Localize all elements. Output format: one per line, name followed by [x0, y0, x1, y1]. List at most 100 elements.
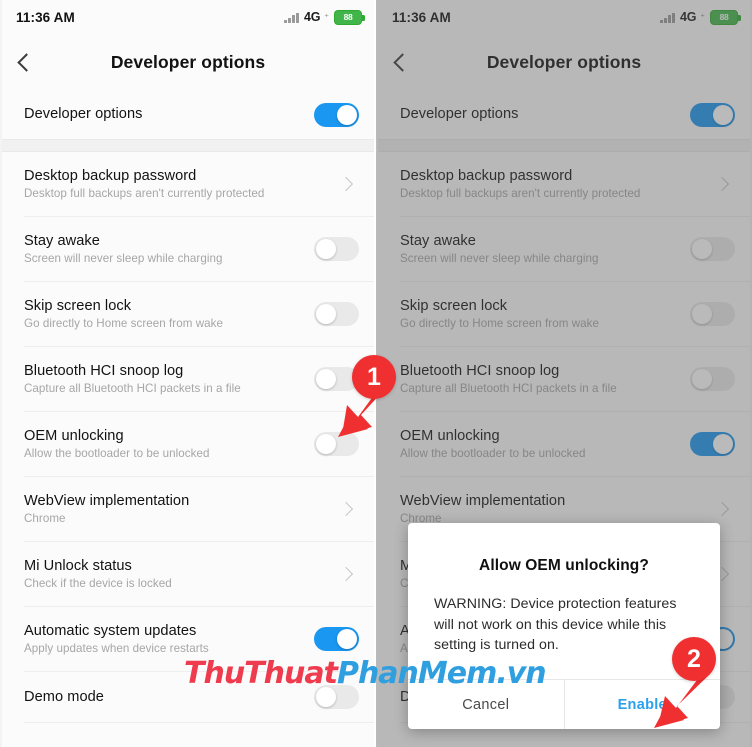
- list-item-subtitle: Desktop full backups aren't currently pr…: [400, 187, 641, 201]
- left-edge: [0, 0, 2, 747]
- list-item-subtitle: Allow the bootloader to be unlocked: [400, 447, 586, 461]
- toggle-knob: [713, 104, 733, 125]
- list-item-bluetooth-hci-snoop-log[interactable]: Bluetooth HCI snoop log Capture all Blue…: [0, 347, 376, 411]
- title-bar-right: Developer options: [376, 34, 752, 90]
- page-title: Developer options: [110, 51, 266, 72]
- list-item-title: Developer options: [400, 106, 519, 123]
- list-item-title: Developer options: [24, 106, 143, 123]
- toggle-skip-screen-lock[interactable]: [314, 302, 359, 326]
- status-bar-clock: 11:36 AM: [16, 9, 75, 25]
- list-item-subtitle: Screen will never sleep while charging: [400, 252, 599, 266]
- network-type-label: 4G: [679, 10, 697, 24]
- battery-icon: 88: [710, 9, 741, 25]
- watermark-text-blue: PhanMem.vn: [336, 656, 547, 691]
- list-item-developer-options-master[interactable]: Developer options: [376, 90, 752, 139]
- settings-list-left[interactable]: Developer options Desktop backup passwor…: [0, 90, 376, 747]
- toggle-knob: [692, 239, 712, 259]
- list-item-title: OEM unlocking: [24, 427, 124, 444]
- chevron-left-icon: [392, 52, 412, 72]
- chevron-right-icon: [338, 176, 354, 192]
- list-item-oem-unlocking[interactable]: OEM unlocking Allow the bootloader to be…: [376, 412, 752, 476]
- status-bar-clock: 11:36 AM: [392, 9, 451, 25]
- list-item-subtitle: Capture all Bluetooth HCI packets in a f…: [24, 382, 241, 396]
- status-bar-indicators: 4G ⁺ 88: [660, 9, 741, 25]
- back-button[interactable]: [376, 34, 428, 90]
- chevron-right-icon: [338, 501, 354, 517]
- toggle-knob: [692, 304, 712, 324]
- list-item-bluetooth-hci-snoop-log[interactable]: Bluetooth HCI snoop log Capture all Blue…: [376, 347, 752, 411]
- status-bar-right: 11:36 AM 4G ⁺ 88: [376, 0, 752, 34]
- toggle-knob: [337, 104, 357, 125]
- list-item-subtitle: Capture all Bluetooth HCI packets in a f…: [400, 382, 617, 396]
- list-item-developer-options-master[interactable]: Developer options: [0, 90, 376, 139]
- list-item-skip-screen-lock[interactable]: Skip screen lock Go directly to Home scr…: [0, 282, 376, 346]
- toggle-knob: [337, 629, 357, 649]
- list-item-title: Bluetooth HCI snoop log: [400, 362, 560, 379]
- signal-bars-icon: [284, 12, 299, 23]
- network-activity-icon: ⁺: [324, 11, 329, 22]
- toggle-knob: [713, 434, 733, 454]
- list-item-partial-cutoff[interactable]: [0, 723, 376, 747]
- list-item-title: Skip screen lock: [24, 297, 132, 314]
- battery-level-label: 88: [343, 11, 353, 22]
- toggle-oem-unlocking[interactable]: [690, 432, 735, 456]
- section-separator: [376, 139, 752, 152]
- list-item-desktop-backup-password[interactable]: Desktop backup password Desktop full bac…: [0, 152, 376, 216]
- status-bar-left: 11:36 AM 4G ⁺ 88: [0, 0, 376, 34]
- toggle-skip-screen-lock[interactable]: [690, 302, 735, 326]
- status-bar-indicators: 4G ⁺ 88: [284, 9, 365, 25]
- list-item-subtitle: Chrome: [24, 512, 66, 526]
- list-item-title: Mi Unlock status: [24, 557, 132, 574]
- list-item-title: Desktop backup password: [400, 167, 573, 184]
- list-item-desktop-backup-password[interactable]: Desktop backup password Desktop full bac…: [376, 152, 752, 216]
- network-type-label: 4G: [303, 10, 321, 24]
- list-item-title: Automatic system updates: [24, 622, 197, 639]
- toggle-knob: [316, 434, 336, 454]
- section-separator: [0, 139, 376, 152]
- toggle-stay-awake[interactable]: [690, 237, 735, 261]
- toggle-developer-options[interactable]: [314, 102, 359, 127]
- list-item-title: WebView implementation: [400, 492, 566, 509]
- list-item-subtitle: Screen will never sleep while charging: [24, 252, 223, 266]
- toggle-developer-options[interactable]: [690, 102, 735, 127]
- list-item-title: Skip screen lock: [400, 297, 508, 314]
- list-item-skip-screen-lock[interactable]: Skip screen lock Go directly to Home scr…: [376, 282, 752, 346]
- toggle-automatic-system-updates[interactable]: [314, 627, 359, 651]
- toggle-stay-awake[interactable]: [314, 237, 359, 261]
- oem-unlocking-dialog: Allow OEM unlocking? WARNING: Device pro…: [408, 523, 720, 729]
- signal-bars-icon: [660, 12, 675, 23]
- list-item-subtitle: Go directly to Home screen from wake: [400, 317, 599, 331]
- list-item-mi-unlock-status[interactable]: Mi Unlock status Check if the device is …: [0, 542, 376, 606]
- list-item-subtitle: Go directly to Home screen from wake: [24, 317, 223, 331]
- list-item-stay-awake[interactable]: Stay awake Screen will never sleep while…: [0, 217, 376, 281]
- dialog-title: Allow OEM unlocking?: [479, 557, 649, 574]
- list-item-title: OEM unlocking: [400, 427, 500, 444]
- chevron-left-icon: [16, 52, 36, 72]
- list-item-title: Stay awake: [400, 232, 476, 249]
- site-watermark: ThuThuatPhanMem.vn: [184, 656, 547, 691]
- chevron-right-icon: [338, 566, 354, 582]
- list-item-oem-unlocking[interactable]: OEM unlocking Allow the bootloader to be…: [0, 412, 376, 476]
- chevron-right-icon: [714, 501, 730, 517]
- toggle-oem-unlocking[interactable]: [314, 432, 359, 456]
- title-bar-left: Developer options: [0, 34, 376, 90]
- toggle-knob: [316, 304, 336, 324]
- network-activity-icon: ⁺: [700, 11, 705, 22]
- toggle-knob: [316, 239, 336, 259]
- enable-button[interactable]: Enable: [563, 680, 721, 729]
- annotation-badge-2: 2: [672, 637, 716, 681]
- list-item-subtitle: Allow the bootloader to be unlocked: [24, 447, 210, 461]
- back-button[interactable]: [0, 34, 52, 90]
- phone-screenshot-right: 11:36 AM 4G ⁺ 88 Developer options Devel…: [376, 0, 752, 747]
- android-settings-screen-left: 11:36 AM 4G ⁺ 88 Developer options Devel…: [0, 0, 376, 747]
- toggle-bluetooth-hci-snoop-log[interactable]: [690, 367, 735, 391]
- battery-icon: 88: [334, 9, 365, 25]
- list-item-title: Desktop backup password: [24, 167, 197, 184]
- list-item-subtitle: Check if the device is locked: [24, 577, 172, 591]
- list-item-webview-implementation[interactable]: WebView implementation Chrome: [0, 477, 376, 541]
- list-item-stay-awake[interactable]: Stay awake Screen will never sleep while…: [376, 217, 752, 281]
- list-item-subtitle: Apply updates when device restarts: [24, 642, 209, 656]
- screenshot-stage: 11:36 AM 4G ⁺ 88 Developer options Devel…: [0, 0, 752, 747]
- chevron-right-icon: [714, 176, 730, 192]
- toggle-knob: [316, 369, 336, 389]
